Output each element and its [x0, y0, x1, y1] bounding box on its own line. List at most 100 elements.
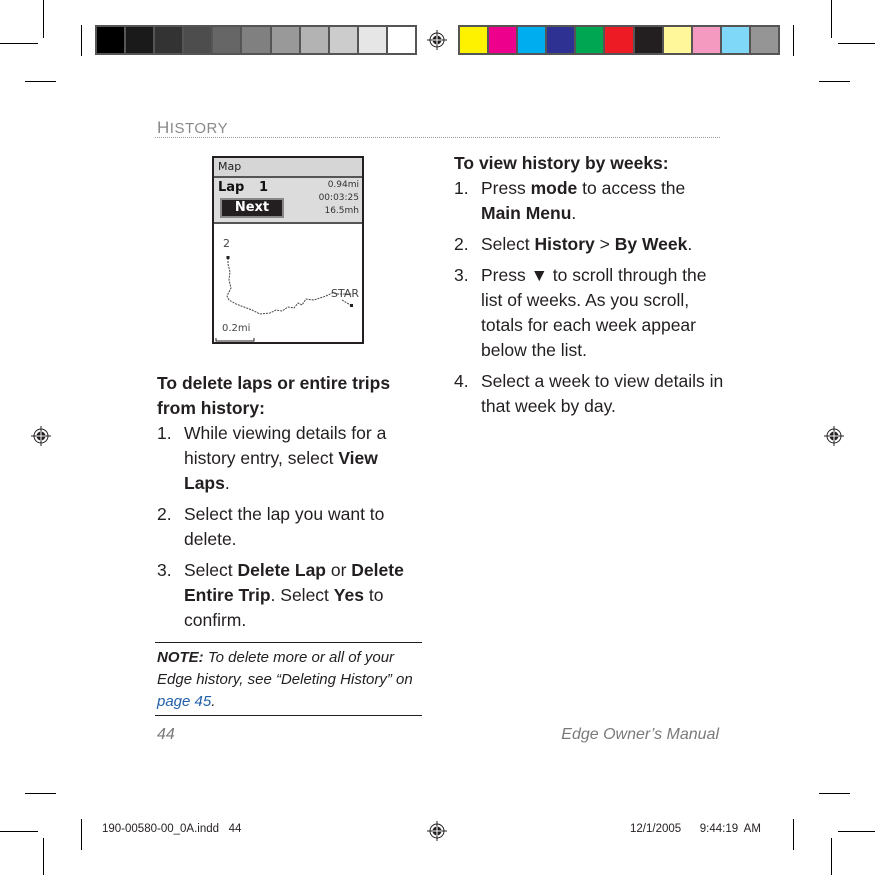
color-swatch	[547, 27, 575, 53]
section-divider	[155, 137, 720, 138]
color-swatch	[97, 27, 125, 53]
color-swatch	[663, 27, 691, 53]
ui-term: mode	[530, 178, 578, 198]
crop-mark	[831, 0, 832, 38]
color-swatch	[300, 27, 328, 53]
section-title: HISTORY	[157, 118, 229, 137]
step-item: 3. Press ▼ to scroll through the list of …	[454, 263, 724, 363]
color-swatch	[126, 27, 154, 53]
color-swatch	[213, 27, 241, 53]
right-column: To view history by weeks: 1. Press mode t…	[454, 151, 724, 425]
step-text: .	[687, 234, 693, 254]
registration-mark-icon	[824, 426, 844, 446]
color-swatch	[242, 27, 270, 53]
color-swatch	[489, 27, 517, 53]
step-item: 1. While viewing details for a history en…	[157, 421, 422, 496]
crop-mark	[0, 831, 38, 832]
ui-term: History	[534, 234, 595, 254]
slug-divider	[81, 819, 82, 850]
ui-term: Main Menu	[481, 203, 572, 223]
color-swatch	[721, 27, 749, 53]
step-item: 1. Press mode to access the Main Menu.	[454, 176, 724, 226]
step-text: or	[326, 560, 352, 580]
step-item: 3. Select Delete Lap or Delete Entire Tri…	[157, 558, 422, 633]
crop-mark	[25, 793, 56, 794]
registration-mark-icon	[427, 30, 447, 50]
color-swatch	[271, 27, 299, 53]
left-heading: To delete laps or entire trips from hist…	[157, 373, 391, 418]
grayscale-color-bar	[95, 25, 417, 55]
color-swatch	[358, 27, 386, 53]
down-arrow-icon: ▼	[530, 265, 548, 285]
step-number: 3.	[454, 265, 469, 285]
crop-mark	[819, 793, 850, 794]
ui-term: Delete Lap	[237, 560, 327, 580]
note-label: NOTE:	[157, 649, 204, 666]
registration-mark-icon	[427, 821, 447, 841]
color-swatch	[329, 27, 357, 53]
slug-timestamp: 12/1/2005 9:44:19 AM	[630, 823, 761, 835]
right-steps-list: 1. Press mode to access the Main Menu. 2. S…	[454, 176, 724, 419]
device-title-bar: Map	[214, 158, 362, 178]
crop-mark	[793, 25, 794, 56]
color-swatch	[387, 27, 416, 53]
step-number: 1.	[454, 178, 469, 198]
device-lap-panel: Lap 1 Next 0.94mi 00:03:25 16.5mh	[214, 178, 362, 224]
crop-mark	[25, 81, 56, 82]
crop-mark	[819, 81, 850, 82]
step-text: >	[594, 234, 615, 254]
step-text: Select a week to view details in that we…	[481, 371, 724, 416]
color-swatch	[634, 27, 662, 53]
step-number: 4.	[454, 371, 469, 391]
step-text: Press	[481, 178, 531, 198]
step-text: . Select	[270, 585, 334, 605]
right-heading: To view history by weeks:	[454, 153, 669, 173]
map-start-label: STAR	[331, 287, 360, 300]
manual-title: Edge Owner’s Manual	[561, 726, 719, 743]
step-text: Press	[481, 265, 531, 285]
page-link[interactable]: page 45	[157, 693, 211, 710]
note-box: NOTE: To delete more or all of your Edge…	[155, 642, 422, 716]
step-text: .	[224, 473, 230, 493]
step-item: 4. Select a week to view details in that …	[454, 369, 724, 419]
crop-mark	[0, 43, 38, 44]
slug-filename: 190-00580-00_0A.indd 44	[102, 823, 242, 835]
device-map: 2 STAR 0.2mi	[214, 224, 362, 342]
registration-mark-icon	[31, 426, 51, 446]
step-number: 2.	[454, 234, 469, 254]
color-swatch	[576, 27, 604, 53]
step-item: 2. Select History > By Week.	[454, 232, 724, 257]
step-text: Select	[481, 234, 535, 254]
color-swatch	[692, 27, 720, 53]
step-number: 1.	[157, 423, 172, 443]
color-swatch	[184, 27, 212, 53]
step-text: to access the	[577, 178, 686, 198]
device-lap-label: Lap	[218, 180, 245, 195]
left-column: To delete laps or entire trips from hist…	[157, 371, 422, 639]
crop-mark	[81, 25, 82, 56]
crop-mark	[831, 838, 832, 875]
step-text: Select	[184, 560, 238, 580]
crop-mark	[838, 831, 875, 832]
color-swatch	[605, 27, 633, 53]
ui-term: Yes	[333, 585, 364, 605]
device-next-button: Next	[220, 198, 284, 218]
map-scale-label: 0.2mi	[222, 323, 251, 334]
device-distance: 0.94mi	[327, 180, 359, 190]
crop-mark	[838, 43, 875, 44]
step-text: Select the lap you want to delete.	[184, 504, 385, 549]
step-number: 2.	[157, 504, 172, 524]
device-speed: 16.5mh	[324, 206, 359, 216]
left-steps-list: 1. While viewing details for a history en…	[157, 421, 422, 633]
step-number: 3.	[157, 560, 172, 580]
crop-mark	[793, 819, 794, 850]
crop-mark	[43, 838, 44, 875]
color-swatch	[155, 27, 183, 53]
ui-term: By Week	[614, 234, 688, 254]
step-item: 2. Select the lap you want to delete.	[157, 502, 422, 552]
page-number: 44	[157, 726, 175, 743]
color-swatch	[750, 27, 779, 53]
process-color-bar	[458, 25, 780, 55]
device-lap-number: 1	[259, 180, 269, 195]
color-swatch	[460, 27, 488, 53]
